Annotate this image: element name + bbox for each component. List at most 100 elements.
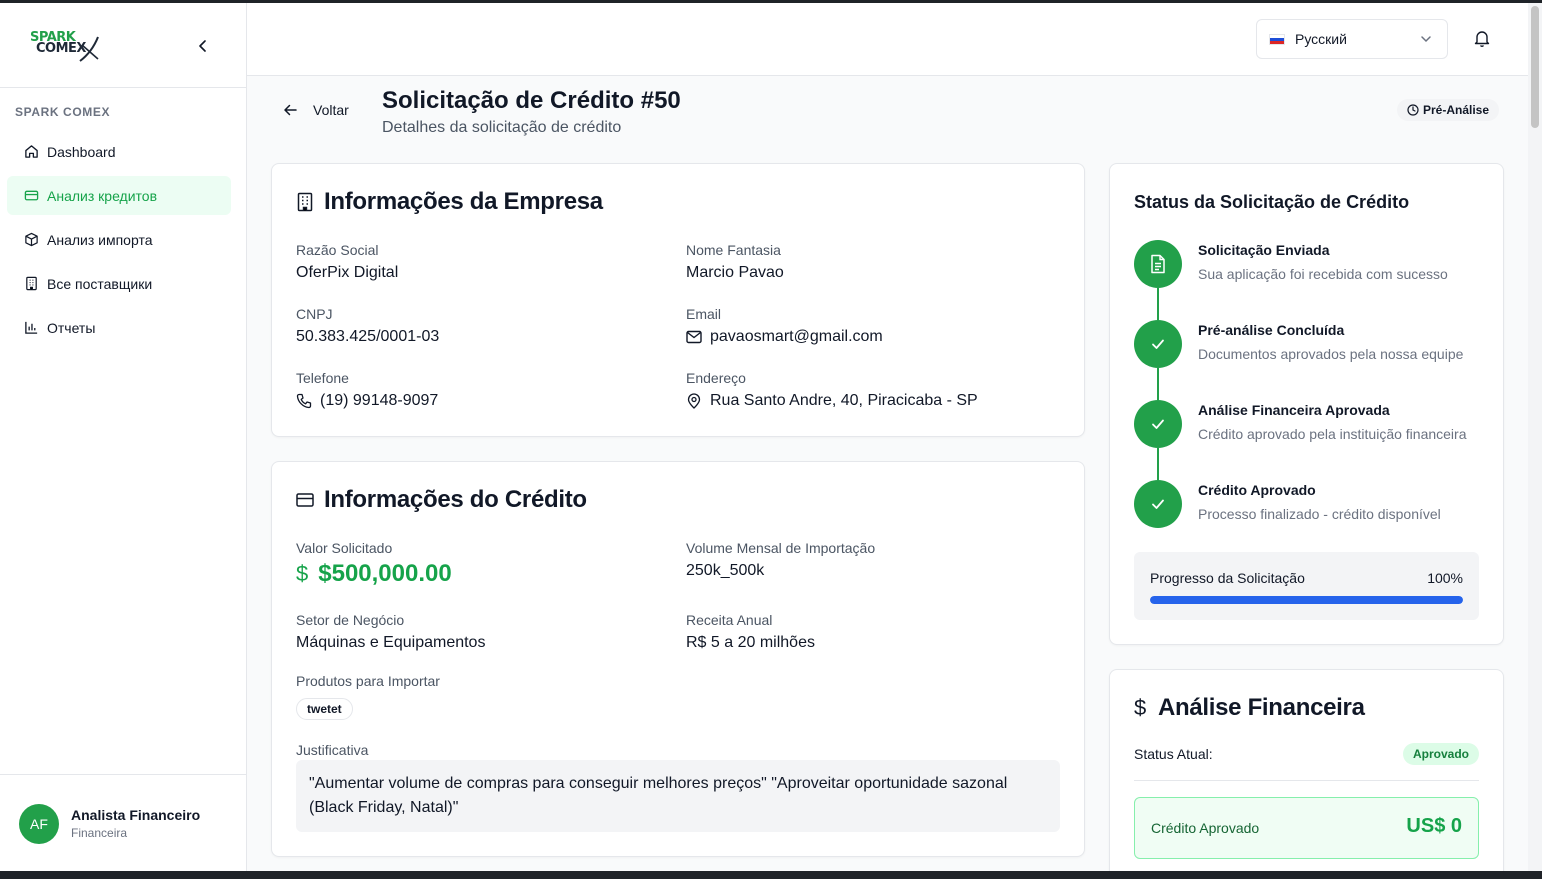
scrollbar-thumb[interactable] bbox=[1531, 6, 1539, 128]
receita-value: R$ 5 a 20 milhões bbox=[686, 634, 815, 651]
volume-value: 250k_500k bbox=[686, 562, 765, 579]
justificativa-label: Justificativa bbox=[296, 742, 369, 758]
setor-value: Máquinas e Equipamentos bbox=[296, 634, 486, 651]
brand-logo[interactable]: SPARK COMEX bbox=[30, 31, 102, 63]
logo-swoosh-icon bbox=[79, 36, 99, 62]
nome-fantasia-value: Marcio Pavao bbox=[686, 264, 784, 281]
step-connector bbox=[1157, 288, 1159, 320]
approved-credit-box: Crédito Aprovado US$ 0 bbox=[1134, 797, 1479, 859]
step-circle bbox=[1134, 400, 1182, 448]
step-connector bbox=[1157, 368, 1159, 400]
back-label: Voltar bbox=[313, 102, 349, 118]
package-icon bbox=[23, 232, 39, 248]
user-profile[interactable]: AF Analista Financeiro Financeira bbox=[0, 774, 247, 871]
status-label: Status Atual: bbox=[1134, 746, 1213, 762]
user-role: Financeira bbox=[71, 826, 128, 840]
step-circle bbox=[1134, 320, 1182, 368]
credit-card-title: Informações do Crédito bbox=[296, 486, 587, 514]
notifications-button[interactable] bbox=[1474, 29, 1490, 52]
progress-section: Progresso da Solicitação 100% bbox=[1134, 552, 1479, 620]
sidebar-item-label: Все поставщики bbox=[47, 275, 153, 292]
sidebar-item-credit-analysis[interactable]: Анализ кредитов bbox=[7, 176, 231, 215]
progress-bar-fill bbox=[1150, 596, 1463, 604]
status-step: Análise Financeira Aprovada Crédito apro… bbox=[1134, 400, 1494, 480]
bell-icon bbox=[1474, 31, 1490, 47]
progress-bar bbox=[1150, 596, 1463, 604]
sidebar-item-reports[interactable]: Отчеты bbox=[7, 308, 231, 347]
top-bar: Русский bbox=[247, 3, 1528, 76]
step-title: Crédito Aprovado bbox=[1198, 482, 1316, 498]
map-pin-icon bbox=[687, 393, 701, 409]
phone-icon bbox=[296, 393, 312, 409]
step-description: Sua aplicação foi recebida com sucesso bbox=[1198, 266, 1448, 282]
step-circle bbox=[1134, 240, 1182, 288]
sidebar-item-dashboard[interactable]: Dashboard bbox=[7, 132, 231, 171]
sidebar-header: SPARK COMEX bbox=[0, 3, 246, 88]
step-description: Documentos aprovados pela nossa equipe bbox=[1198, 346, 1464, 362]
page-subtitle: Detalhes da solicitação de crédito bbox=[382, 119, 622, 136]
cnpj-value: 50.383.425/0001-03 bbox=[296, 328, 440, 345]
russia-flag-icon bbox=[1269, 33, 1285, 45]
bar-chart-icon bbox=[23, 320, 39, 336]
step-circle bbox=[1134, 480, 1182, 528]
step-title: Pré-análise Concluída bbox=[1198, 322, 1345, 338]
credit-info-card: Informações do Crédito Valor Solicitado … bbox=[271, 461, 1085, 857]
app-window: SPARK COMEX SPARK COMEX Dashboard Анализ… bbox=[0, 3, 1542, 871]
razao-social-value: OferPix Digital bbox=[296, 264, 399, 281]
telefone-value: (19) 99148-9097 bbox=[296, 392, 438, 410]
divider bbox=[1134, 780, 1479, 781]
cnpj-label: CNPJ bbox=[296, 306, 333, 322]
language-select[interactable]: Русский bbox=[1256, 19, 1448, 59]
clock-icon bbox=[1407, 104, 1419, 116]
mail-icon bbox=[686, 330, 702, 344]
sidebar-item-label: Анализ импорта bbox=[47, 231, 153, 248]
email-label: Email bbox=[686, 306, 722, 322]
chevron-down-icon bbox=[1421, 36, 1431, 43]
file-text-icon bbox=[1151, 254, 1165, 274]
chevron-left-icon bbox=[199, 40, 206, 52]
company-info-card: Informações da Empresa Razão Social Ofer… bbox=[271, 163, 1085, 437]
check-icon bbox=[1152, 339, 1164, 349]
justificativa-value: "Aumentar volume de compras para consegu… bbox=[296, 760, 1060, 832]
credit-card-icon bbox=[296, 493, 314, 507]
status-step: Crédito Aprovado Processo finalizado - c… bbox=[1134, 480, 1494, 560]
email-text: pavaosmart@gmail.com bbox=[710, 328, 883, 345]
receita-label: Receita Anual bbox=[686, 612, 773, 628]
valor-solicitado-value: $ $500,000.00 bbox=[296, 560, 452, 588]
dollar-icon: $ bbox=[296, 561, 309, 586]
building-icon bbox=[23, 276, 39, 292]
request-status-card: Status da Solicitação de Crédito Solicit… bbox=[1109, 163, 1504, 645]
sidebar-section-label: SPARK COMEX bbox=[15, 105, 111, 119]
company-card-title: Informações da Empresa bbox=[296, 188, 603, 216]
building-icon bbox=[297, 192, 313, 212]
approval-badge: Aprovado bbox=[1402, 743, 1479, 765]
step-connector bbox=[1157, 448, 1159, 480]
sidebar-collapse-button[interactable] bbox=[192, 35, 214, 57]
telefone-text: (19) 99148-9097 bbox=[320, 392, 439, 409]
setor-label: Setor de Negócio bbox=[296, 612, 405, 628]
sidebar-item-label: Dashboard bbox=[47, 143, 116, 160]
endereco-value: Rua Santo Andre, 40, Piracicaba - SP bbox=[686, 392, 978, 410]
sidebar-nav: Dashboard Анализ кредитов Анализ импорта… bbox=[7, 132, 231, 352]
step-title: Análise Financeira Aprovada bbox=[1198, 402, 1390, 418]
status-badge: Pré-Análise bbox=[1397, 99, 1500, 121]
arrow-left-icon bbox=[284, 104, 297, 116]
back-button[interactable]: Voltar bbox=[283, 102, 349, 118]
product-chip: twetet bbox=[296, 698, 353, 720]
step-title: Solicitação Enviada bbox=[1198, 242, 1330, 258]
financial-card-title: $ Análise Financeira bbox=[1134, 694, 1365, 721]
status-card-title: Status da Solicitação de Crédito bbox=[1134, 192, 1410, 212]
sidebar-item-import-analysis[interactable]: Анализ импорта bbox=[7, 220, 231, 259]
razao-social-label: Razão Social bbox=[296, 242, 379, 258]
avatar: AF bbox=[19, 804, 59, 844]
check-icon bbox=[1152, 499, 1164, 509]
volume-label: Volume Mensal de Importação bbox=[686, 540, 876, 556]
page-scrollbar[interactable] bbox=[1528, 3, 1542, 871]
sidebar-item-label: Анализ кредитов bbox=[47, 187, 158, 204]
sidebar-item-suppliers[interactable]: Все поставщики bbox=[7, 264, 231, 303]
approved-credit-label: Crédito Aprovado bbox=[1151, 820, 1260, 836]
dollar-icon: $ bbox=[1134, 695, 1146, 720]
financial-analysis-card: $ Análise Financeira Status Atual: Aprov… bbox=[1109, 669, 1504, 871]
endereco-label: Endereço bbox=[686, 370, 746, 386]
user-name: Analista Financeiro bbox=[71, 807, 201, 823]
